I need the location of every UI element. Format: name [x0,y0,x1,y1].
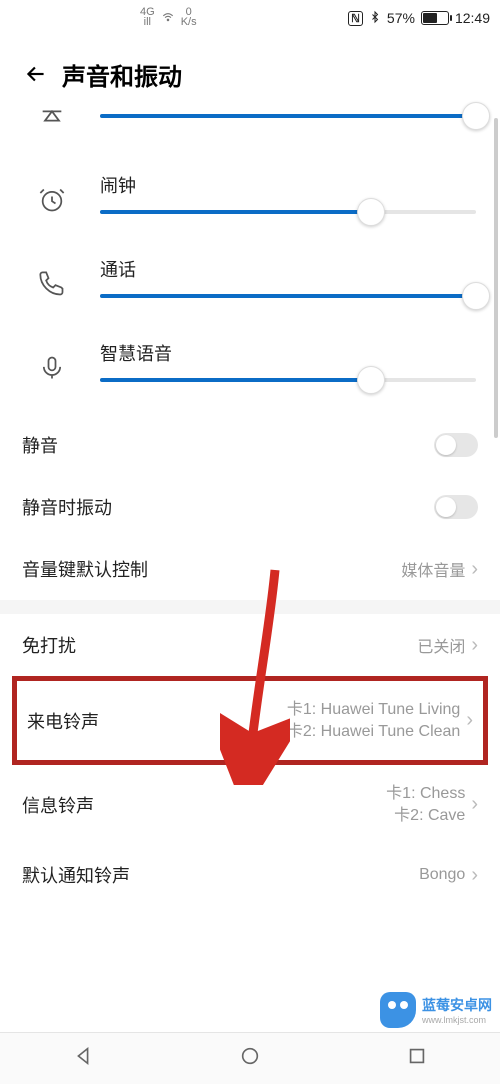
row-value-line1: 卡1: Huawei Tune Living [287,699,460,721]
row-value: Bongo [419,866,465,884]
alarm-icon [24,186,80,214]
row-mute[interactable]: 静音 [0,414,500,476]
row-label: 来电铃声 [27,708,99,734]
row-value-line1: 卡1: Chess [386,783,465,805]
row-label: 静音时振动 [22,494,112,520]
page-title: 声音和振动 [62,57,182,92]
speed-unit: K/s [181,18,197,28]
row-ringtone[interactable]: 来电铃声 卡1: Huawei Tune Living 卡2: Huawei T… [17,681,483,760]
row-volume-key[interactable]: 音量键默认控制 媒体音量 › [0,538,500,600]
chevron-right-icon: › [471,864,478,887]
chevron-right-icon: › [471,634,478,657]
nav-home-button[interactable] [239,1045,261,1072]
slider-media[interactable] [0,102,500,162]
signal-icon: ill [140,18,155,28]
row-value: 媒体音量 [401,557,465,581]
back-button[interactable] [16,54,56,94]
row-value-line2: 卡2: Cave [394,805,465,827]
watermark-title: 蓝莓安卓网 [422,995,492,1015]
scroll-indicator[interactable] [494,118,498,438]
watermark-logo-icon [380,992,416,1028]
watermark: 蓝莓安卓网 www.lmkjst.com [380,992,492,1028]
wifi-icon [161,10,175,27]
mic-icon [24,354,80,382]
row-label: 默认通知铃声 [22,862,130,888]
chevron-right-icon: › [471,793,478,816]
toggle-mute-vibrate[interactable] [434,495,478,519]
section-divider [0,600,500,614]
phone-icon [24,270,80,298]
chevron-right-icon: › [466,709,473,732]
slider-label: 智慧语音 [100,340,476,366]
chevron-right-icon: › [471,558,478,581]
header: 声音和振动 [0,36,500,102]
slider-track[interactable] [100,294,476,298]
slider-alarm[interactable]: 闹钟 [0,162,500,246]
slider-track[interactable] [100,114,476,118]
slider-track[interactable] [100,378,476,382]
row-label: 音量键默认控制 [22,556,148,582]
watermark-url: www.lmkjst.com [422,1015,492,1025]
slider-label: 闹钟 [100,172,476,198]
row-mute-vibrate[interactable]: 静音时振动 [0,476,500,538]
row-label: 静音 [22,432,58,458]
row-value-line2: 卡2: Huawei Tune Clean [287,721,460,743]
battery-pct: 57% [387,10,415,26]
slider-track[interactable] [100,210,476,214]
toggle-mute[interactable] [434,433,478,457]
status-bar: 4G ill 0 K/s ℕ 57% 12:49 [0,0,500,36]
clock: 12:49 [455,10,490,26]
nav-recents-button[interactable] [406,1045,428,1072]
battery-icon [421,11,449,25]
nfc-icon: ℕ [348,11,363,26]
row-message-tone[interactable]: 信息铃声 卡1: Chess 卡2: Cave › [0,765,500,844]
row-label: 免打扰 [22,632,76,658]
row-value: 已关闭 [417,633,465,657]
bluetooth-icon [369,10,381,27]
cast-icon [24,102,80,130]
row-dnd[interactable]: 免打扰 已关闭 › [0,614,500,676]
row-notification-tone[interactable]: 默认通知铃声 Bongo › [0,844,500,906]
slider-label: 通话 [100,256,476,282]
nav-back-button[interactable] [72,1045,94,1072]
slider-voice[interactable]: 智慧语音 [0,330,500,414]
status-left: 4G ill 0 K/s [140,8,197,28]
status-right: ℕ 57% 12:49 [348,10,490,27]
highlight-annotation: 来电铃声 卡1: Huawei Tune Living 卡2: Huawei T… [12,676,488,765]
nav-bar [0,1032,500,1084]
slider-call[interactable]: 通话 [0,246,500,330]
row-label: 信息铃声 [22,792,94,818]
